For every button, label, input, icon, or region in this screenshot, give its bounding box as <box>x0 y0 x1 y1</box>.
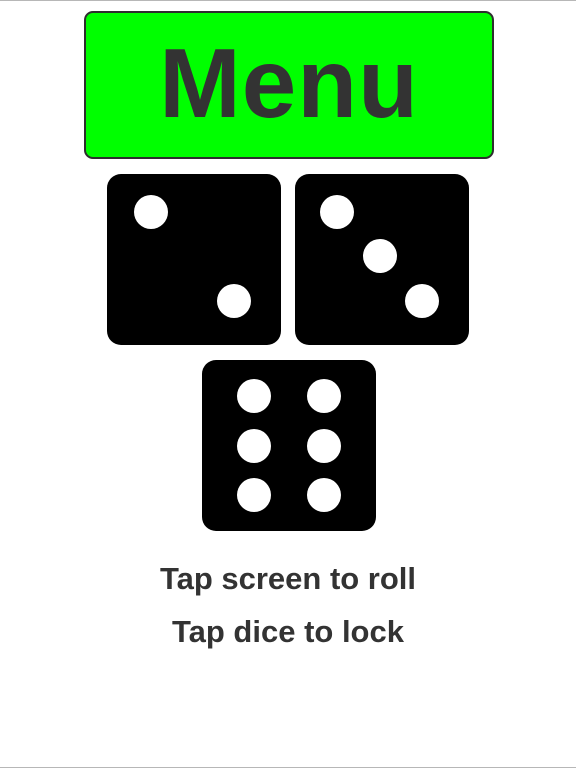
die-2[interactable] <box>295 174 469 345</box>
die-1[interactable] <box>107 174 281 345</box>
die-pip <box>237 478 272 513</box>
die-pip <box>405 283 440 318</box>
die-pip <box>237 428 272 463</box>
menu-button[interactable]: Menu <box>84 11 494 159</box>
game-screen[interactable]: Menu Tap screen to roll Tap dice to lock <box>0 0 576 768</box>
die-pip <box>306 478 341 513</box>
die-pip <box>237 378 272 413</box>
die-pip <box>133 194 168 229</box>
die-3[interactable] <box>202 360 376 531</box>
roll-instruction: Tap screen to roll <box>159 561 417 596</box>
die-pip <box>306 428 341 463</box>
lock-instruction: Tap dice to lock <box>172 614 404 649</box>
die-pip <box>363 239 398 274</box>
die-pip <box>217 283 252 318</box>
die-pip <box>319 194 354 229</box>
menu-button-label: Menu <box>159 28 419 138</box>
die-pip <box>306 378 341 413</box>
